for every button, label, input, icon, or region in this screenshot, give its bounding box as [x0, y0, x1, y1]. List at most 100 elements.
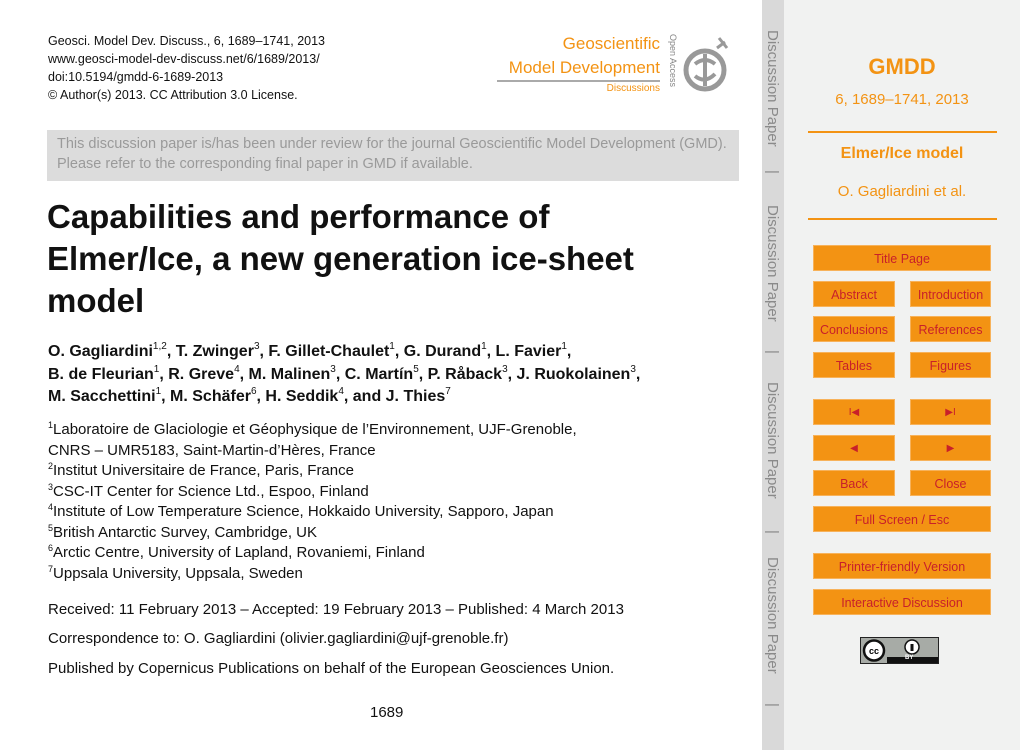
author-list: O. Gagliardini1,2, T. Zwinger3, F. Gille…	[48, 341, 640, 409]
logo-line3: Discussions	[606, 83, 660, 94]
title-line: Capabilities and performance of	[47, 198, 550, 235]
discussion-paper-strip: Discussion Paper | Discussion Paper | Di…	[762, 0, 784, 750]
logo-line1: Geoscientific	[562, 34, 660, 53]
paper-title: Capabilities and performance of Elmer/Ic…	[47, 196, 634, 322]
dates: Received: 11 February 2013 – Accepted: 1…	[48, 601, 624, 618]
author-separator: ,	[566, 343, 572, 360]
author-name: M. Schäfer	[170, 388, 251, 405]
affiliation: 6Arctic Centre, University of Lapland, R…	[48, 543, 577, 564]
affiliation-text: British Antarctic Survey, Cambridge, UK	[53, 523, 317, 541]
svg-text:cc: cc	[869, 646, 879, 656]
review-notice: This discussion paper is/has been under …	[47, 130, 739, 181]
author-name: H. Seddik	[265, 388, 339, 405]
author-separator: ,	[335, 365, 345, 383]
affiliation: CNRS – UMR5183, Saint-Martin-d’Hères, Fr…	[48, 441, 577, 462]
cc-icon: cc	[862, 639, 938, 663]
author-name: B. de Fleurian	[48, 365, 154, 383]
strip-separator: |	[764, 703, 781, 707]
author-name: J. Ruokolainen	[516, 365, 631, 383]
volume-info: 6, 1689–1741, 2013	[835, 91, 969, 108]
abstract-button[interactable]: Abstract	[813, 281, 895, 307]
strip-label: Discussion Paper	[764, 30, 781, 147]
cc-by-license-badge[interactable]: cc BY	[860, 637, 939, 664]
first-page-button[interactable]: I◀	[813, 399, 895, 425]
cc-by-label: BY	[905, 655, 914, 661]
divider	[808, 218, 997, 220]
author-name: J. Thies	[385, 388, 446, 405]
next-page-button[interactable]: ▶	[910, 435, 991, 461]
introduction-button[interactable]: Introduction	[910, 281, 991, 307]
license: © Author(s) 2013. CC Attribution 3.0 Lic…	[48, 88, 298, 102]
author-separator: , and	[343, 388, 386, 405]
affiliation-text: Institut Universitaire de France, Paris,…	[53, 462, 354, 479]
strip-label: Discussion Paper	[764, 557, 781, 674]
author-separator: ,	[635, 365, 641, 383]
affiliation: 7Uppsala University, Uppsala, Sweden	[48, 564, 577, 585]
previous-page-button[interactable]: ◀	[813, 435, 895, 461]
author-name: L. Favier	[495, 343, 562, 360]
affiliation: 5British Antarctic Survey, Cambridge, UK	[48, 523, 577, 544]
strip-separator: |	[764, 170, 781, 174]
strip-label: Discussion Paper	[764, 205, 781, 322]
affiliation-text: Laboratoire de Glaciologie et Géophysiqu…	[53, 421, 577, 438]
journal-abbrev: GMDD	[868, 54, 936, 79]
doi-link[interactable]: doi:10.5194/gmdd-6-1689-2013	[48, 68, 325, 86]
close-button[interactable]: Close	[910, 470, 991, 496]
url-link[interactable]: www.geosci-model-dev-discuss.net/6/1689/…	[48, 50, 325, 68]
author-separator: ,	[394, 343, 404, 360]
author-line: M. Sacchettini1, M. Schäfer6, H. Seddik4…	[48, 386, 640, 409]
logo-divider	[497, 80, 660, 82]
affiliation: 3CSC-IT Center for Science Ltd., Espoo, …	[48, 482, 577, 503]
author-line: O. Gagliardini1,2, T. Zwinger3, F. Gille…	[48, 341, 640, 364]
printer-friendly-button[interactable]: Printer-friendly Version	[813, 553, 991, 579]
affiliation-text: Uppsala University, Uppsala, Sweden	[53, 564, 303, 582]
correspondence: Correspondence to: O. Gagliardini (olivi…	[48, 630, 509, 647]
author-affiliation-number: 7	[445, 386, 451, 397]
author-affiliation-number: 1,2	[152, 341, 167, 352]
author-name: P. Råback	[427, 365, 503, 383]
author-line: B. de Fleurian1, R. Greve4, M. Malinen3,…	[48, 364, 640, 387]
author-name: F. Gillet-Chaulet	[268, 343, 390, 360]
references-button[interactable]: References	[910, 316, 991, 342]
back-button[interactable]: Back	[813, 470, 895, 496]
open-access-label: Open Access	[668, 34, 678, 88]
title-page-button[interactable]: Title Page	[813, 245, 991, 271]
author-name: M. Sacchettini	[48, 388, 156, 405]
strip-separator: |	[764, 530, 781, 534]
title-line: model	[47, 282, 145, 319]
author-name: M. Malinen	[248, 365, 331, 383]
last-page-button[interactable]: ▶I	[910, 399, 991, 425]
interactive-discussion-button[interactable]: Interactive Discussion	[813, 589, 991, 615]
conclusions-button[interactable]: Conclusions	[813, 316, 895, 342]
affiliation: 1Laboratoire de Glaciologie et Géophysiq…	[48, 420, 577, 441]
journal-logo: Geoscientific Model Development Discussi…	[497, 34, 678, 104]
author-separator: ,	[486, 343, 496, 360]
affiliation: 2Institut Universitaire de France, Paris…	[48, 461, 577, 482]
strip-label: Discussion Paper	[764, 382, 781, 499]
short-title: Elmer/Ice model	[840, 145, 964, 162]
fullscreen-button[interactable]: Full Screen / Esc	[813, 506, 991, 532]
author-name: T. Zwinger	[175, 343, 254, 360]
author-separator: ,	[239, 365, 249, 383]
author-name: C. Martín	[344, 365, 414, 383]
tables-button[interactable]: Tables	[813, 352, 895, 378]
affiliation-text: Arctic Centre, University of Lapland, Ro…	[53, 544, 425, 561]
author-separator: ,	[166, 343, 176, 360]
title-line: Elmer/Ice, a new generation ice-sheet	[47, 240, 634, 277]
affiliation-list: 1Laboratoire de Glaciologie et Géophysiq…	[48, 420, 577, 584]
affiliation: 4Institute of Low Temperature Science, H…	[48, 502, 577, 523]
author-name: R. Greve	[168, 365, 235, 383]
globe-logo-icon	[683, 37, 729, 92]
author-separator: ,	[418, 365, 428, 383]
affiliation-text: CNRS – UMR5183, Saint-Martin-d’Hères, Fr…	[48, 441, 376, 459]
page-number: 1689	[370, 704, 404, 721]
author-name: O. Gagliardini	[48, 343, 153, 360]
affiliation-text: CSC-IT Center for Science Ltd., Espoo, F…	[53, 482, 369, 500]
figures-button[interactable]: Figures	[910, 352, 991, 378]
article-metadata: Geosci. Model Dev. Discuss., 6, 1689–174…	[48, 32, 325, 104]
short-authors: O. Gagliardini et al.	[837, 183, 967, 200]
author-name: G. Durand	[403, 343, 482, 360]
publisher-note: Published by Copernicus Publications on …	[48, 660, 615, 677]
citation: Geosci. Model Dev. Discuss., 6, 1689–174…	[48, 34, 326, 48]
logo-line2: Model Development	[508, 58, 660, 77]
